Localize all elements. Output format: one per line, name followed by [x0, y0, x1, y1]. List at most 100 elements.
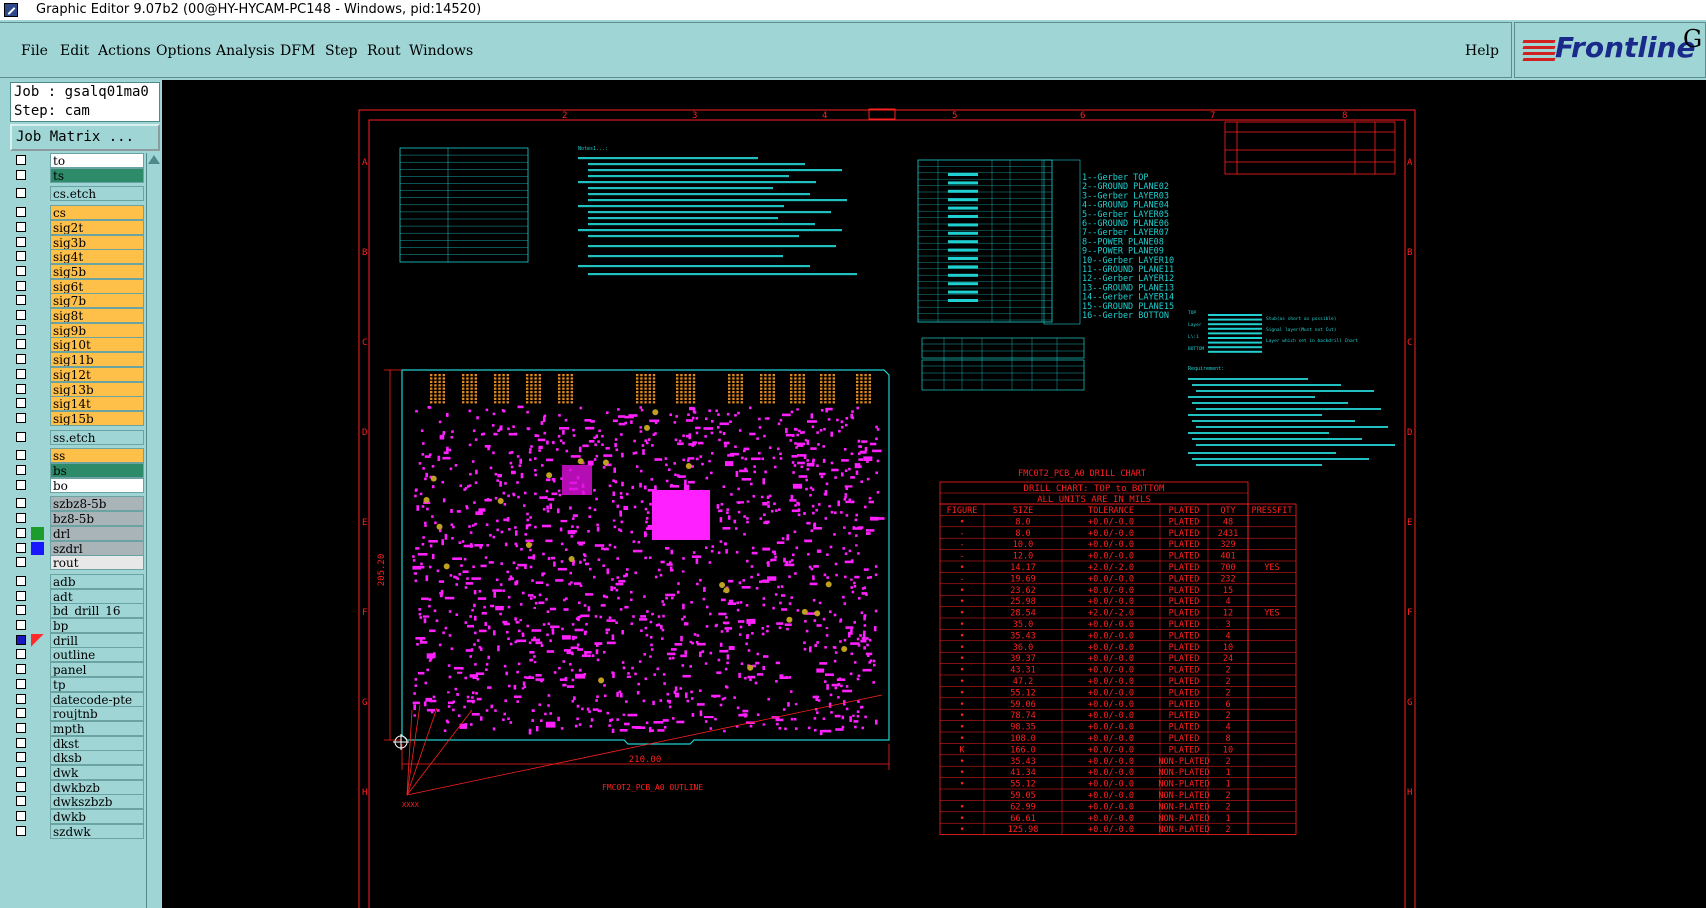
layer-row-sig2t[interactable]: sig2t — [13, 219, 144, 235]
layer-row-tp[interactable]: tp — [13, 676, 144, 692]
menu-windows[interactable]: Windows — [409, 43, 473, 59]
layer-row-bs[interactable]: bs — [13, 463, 144, 478]
layer-name[interactable]: sig9b — [50, 322, 144, 338]
layer-checkbox[interactable] — [16, 752, 26, 763]
menu-analysis[interactable]: Analysis — [216, 43, 275, 59]
layer-checkbox[interactable] — [16, 236, 26, 247]
layer-row-sig3b[interactable]: sig3b — [13, 234, 144, 250]
layer-row-drl[interactable]: drl — [13, 525, 144, 541]
layer-name[interactable]: sig10t — [50, 337, 144, 353]
layer-name[interactable]: dksb — [50, 750, 144, 766]
layer-checkbox[interactable] — [16, 310, 26, 320]
layer-name[interactable]: sig6t — [50, 278, 144, 294]
layer-row-sig6t[interactable]: sig6t — [13, 278, 144, 294]
layer-name[interactable]: dwkb — [50, 809, 144, 825]
layer-checkbox[interactable] — [16, 708, 26, 719]
layer-name[interactable]: bp — [50, 618, 144, 633]
menu-rout[interactable]: Rout — [367, 43, 401, 59]
layer-checkbox[interactable] — [16, 796, 26, 807]
layer-row-outline[interactable]: outline — [13, 647, 144, 663]
layer-row-bo[interactable]: bo — [13, 477, 144, 493]
layer-name[interactable]: ss.etch — [50, 429, 144, 445]
layer-checkbox[interactable] — [16, 221, 26, 232]
layer-checkbox[interactable] — [16, 450, 26, 461]
layer-name[interactable]: dwkbzb — [50, 779, 144, 795]
layer-row-sig8t[interactable]: sig8t — [13, 308, 144, 323]
layer-row-panel[interactable]: panel — [13, 662, 144, 678]
layer-name[interactable]: sig5b — [50, 263, 144, 279]
layer-name[interactable]: sig12t — [50, 366, 144, 382]
layer-checkbox[interactable] — [16, 605, 26, 616]
layer-row-szdwk[interactable]: szdwk — [13, 823, 144, 839]
layer-checkbox[interactable] — [16, 664, 26, 675]
layer-row-dwkszbzb[interactable]: dwkszbzb — [13, 794, 144, 810]
layer-name[interactable]: szdrl — [50, 540, 144, 556]
layer-row-ts[interactable]: ts — [13, 167, 144, 183]
layer-name[interactable]: sig7b — [50, 293, 144, 309]
layer-row-dwkb[interactable]: dwkb — [13, 809, 144, 825]
layer-checkbox[interactable] — [16, 620, 26, 630]
layer-row-sig5b[interactable]: sig5b — [13, 263, 144, 279]
layer-name[interactable]: bz8-5b — [50, 511, 144, 527]
layer-name[interactable]: bd_drill_16 — [50, 603, 144, 619]
layer-row-szbz8-5b[interactable]: szbz8-5b — [13, 496, 144, 512]
layer-checkbox[interactable] — [16, 527, 26, 538]
layer-name[interactable]: roujtnb — [50, 706, 144, 722]
layer-name[interactable]: szbz8-5b — [50, 496, 144, 512]
layer-row-adt[interactable]: adt — [13, 588, 144, 604]
graphic-canvas[interactable]: 2345678AABBCCDDEEFFGGHH Notes1...: Requir… — [162, 80, 1706, 908]
layer-name[interactable]: sig2t — [50, 219, 144, 235]
layer-checkbox[interactable] — [16, 324, 26, 335]
layer-checkbox[interactable] — [16, 767, 26, 777]
layer-checkbox[interactable] — [16, 557, 26, 568]
layer-row-sig12t[interactable]: sig12t — [13, 366, 144, 382]
layer-row-rout[interactable]: rout — [13, 555, 144, 571]
layer-row-sig9b[interactable]: sig9b — [13, 322, 144, 338]
layer-name[interactable]: panel — [50, 662, 144, 678]
layer-checkbox[interactable] — [16, 207, 26, 218]
layer-row-dkst[interactable]: dkst — [13, 735, 144, 751]
layer-row-roujtnb[interactable]: roujtnb — [13, 706, 144, 722]
layer-row-dwkbzb[interactable]: dwkbzb — [13, 779, 144, 795]
layer-row-ss.etch[interactable]: ss.etch — [13, 429, 144, 445]
layer-row-datecode-pte[interactable]: datecode-pte — [13, 691, 144, 707]
layer-name[interactable]: ts — [50, 167, 144, 183]
layer-row-mpth[interactable]: mpth — [13, 720, 144, 736]
layer-checkbox[interactable] — [16, 339, 26, 350]
layer-name[interactable]: bo — [50, 477, 144, 493]
menu-options[interactable]: Options — [156, 43, 211, 59]
layer-checkbox[interactable] — [16, 575, 26, 586]
layer-row-dwk[interactable]: dwk — [13, 765, 144, 780]
layer-checkbox[interactable] — [16, 354, 26, 365]
layer-row-drill[interactable]: drill — [13, 632, 144, 648]
layer-checkbox[interactable] — [16, 781, 26, 792]
layer-checkbox[interactable] — [16, 169, 26, 180]
layer-checkbox[interactable] — [16, 811, 26, 822]
menu-help[interactable]: Help — [1465, 43, 1499, 59]
layer-name[interactable]: cs.etch — [50, 186, 144, 202]
layer-checkbox[interactable] — [16, 465, 26, 475]
layer-name[interactable]: adt — [50, 588, 144, 604]
menu-dfm[interactable]: DFM — [280, 43, 315, 59]
layer-checkbox[interactable] — [16, 825, 26, 836]
layer-row-to[interactable]: to — [13, 153, 144, 168]
layer-name[interactable]: dkst — [50, 735, 144, 751]
layer-name[interactable]: rout — [50, 555, 144, 571]
layer-row-sig14t[interactable]: sig14t — [13, 396, 144, 412]
layer-row-cs[interactable]: cs — [13, 205, 144, 221]
layer-name[interactable]: dwkszbzb — [50, 794, 144, 810]
layer-name[interactable]: sig8t — [50, 308, 144, 323]
layer-checkbox[interactable] — [16, 634, 26, 645]
layer-name[interactable]: szdwk — [50, 823, 144, 839]
layer-row-sig15b[interactable]: sig15b — [13, 410, 144, 426]
layer-checkbox[interactable] — [16, 368, 26, 379]
layer-checkbox[interactable] — [16, 383, 26, 394]
layer-row-sig10t[interactable]: sig10t — [13, 337, 144, 353]
layer-checkbox[interactable] — [16, 431, 26, 442]
layer-name[interactable]: datecode-pte — [50, 691, 144, 707]
layer-name[interactable]: sig15b — [50, 410, 144, 426]
layer-checkbox[interactable] — [16, 398, 26, 409]
layer-checkbox[interactable] — [16, 295, 26, 306]
job-matrix-button[interactable]: Job Matrix ... — [10, 124, 160, 151]
layer-checkbox[interactable] — [16, 678, 26, 689]
